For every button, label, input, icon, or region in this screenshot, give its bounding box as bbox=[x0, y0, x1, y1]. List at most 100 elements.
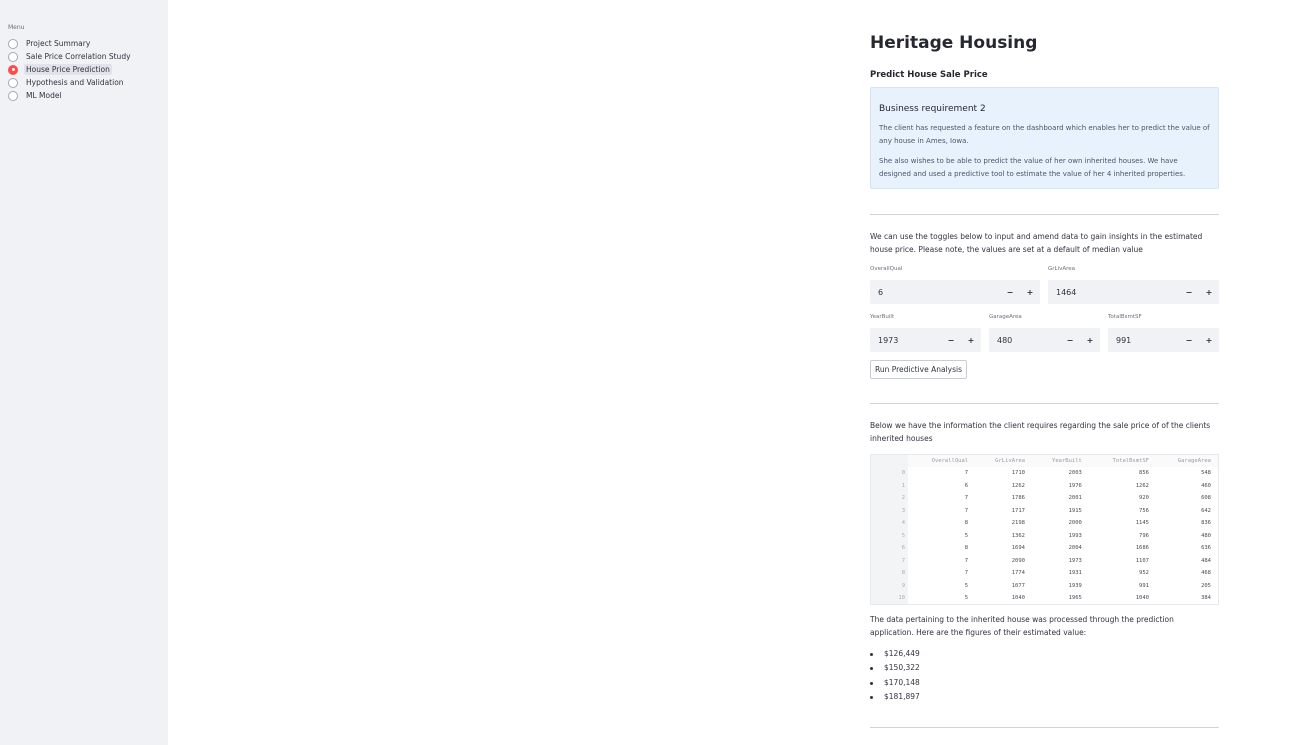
table-cell: 6 bbox=[964, 482, 969, 489]
column-header[interactable]: GrLivArea bbox=[975, 455, 1032, 467]
menu-item-project-summary[interactable]: Project Summary bbox=[8, 37, 133, 50]
menu-item-house-price-prediction[interactable]: House Price Prediction bbox=[8, 63, 133, 76]
table-row: 9 5 1077 1939 991 205 bbox=[871, 579, 1218, 592]
total-bsmt-sf-input[interactable]: 991 − + bbox=[1108, 328, 1219, 352]
table-row: 0 7 1710 2003 856 548 bbox=[871, 467, 1218, 480]
list-item: $181,897 bbox=[870, 690, 920, 704]
radio-button-selected[interactable] bbox=[8, 64, 18, 75]
row-index: 10 bbox=[871, 592, 908, 604]
table-cell: 920 bbox=[1139, 495, 1149, 502]
table-cell: 1145 bbox=[1135, 520, 1149, 527]
run-predictive-analysis-button[interactable]: Run Predictive Analysis bbox=[870, 360, 967, 379]
increment-button[interactable]: + bbox=[1199, 336, 1219, 345]
result-intro: The data pertaining to the inherited hou… bbox=[870, 615, 1174, 637]
increment-button[interactable]: + bbox=[1020, 288, 1040, 297]
info-paragraph-2: She also wishes to be able to predict th… bbox=[879, 157, 1186, 178]
row-index: 9 bbox=[871, 579, 908, 592]
overall-qual-label: OverallQual bbox=[870, 266, 903, 272]
table-intro: Below we have the information the client… bbox=[870, 421, 1211, 443]
table-row: 3 7 1717 1915 756 642 bbox=[871, 504, 1218, 517]
table-cell: 548 bbox=[1201, 470, 1211, 477]
row-index: 7 bbox=[871, 554, 908, 567]
column-header[interactable]: YearBuilt bbox=[1031, 455, 1089, 467]
list-item: $150,322 bbox=[870, 661, 920, 675]
table-cell: 7 bbox=[964, 470, 969, 477]
menu-label: Menu bbox=[8, 24, 25, 31]
menu-item-hypothesis-and-validation[interactable]: Hypothesis and Validation bbox=[8, 76, 133, 89]
column-header[interactable]: GarageArea bbox=[1155, 455, 1218, 467]
page-title: Heritage Housing bbox=[870, 33, 1038, 53]
table-cell: 384 bbox=[1201, 595, 1211, 602]
radio-button[interactable] bbox=[8, 90, 18, 101]
table-cell: 205 bbox=[1201, 582, 1211, 589]
table-cell: 1976 bbox=[1068, 482, 1082, 489]
menu-item-label: House Price Prediction bbox=[24, 64, 112, 75]
table-row: 1 6 1262 1976 1262 460 bbox=[871, 479, 1218, 492]
table-cell: 952 bbox=[1139, 570, 1149, 577]
overall-qual-input[interactable]: 6 − + bbox=[870, 280, 1040, 304]
table-cell: 1931 bbox=[1068, 570, 1082, 577]
table-cell: 1939 bbox=[1068, 582, 1082, 589]
row-index: 3 bbox=[871, 504, 908, 517]
list-item: $170,148 bbox=[870, 676, 920, 690]
decrement-button[interactable]: − bbox=[1179, 288, 1199, 297]
table-cell: 856 bbox=[1139, 470, 1149, 477]
inherited-houses-table[interactable]: OverallQual GrLivArea YearBuilt TotalBsm… bbox=[870, 454, 1219, 605]
business-requirement-info-box: Business requirement 2 The client has re… bbox=[870, 87, 1219, 189]
divider bbox=[870, 727, 1219, 728]
row-index: 1 bbox=[871, 479, 908, 492]
table-row: 2 7 1786 2001 920 608 bbox=[871, 492, 1218, 505]
table-cell: 1915 bbox=[1068, 507, 1082, 514]
table-header-row: OverallQual GrLivArea YearBuilt TotalBsm… bbox=[871, 455, 1218, 467]
decrement-button[interactable]: − bbox=[1000, 288, 1020, 297]
table-row: 5 5 1362 1993 796 480 bbox=[871, 529, 1218, 542]
divider bbox=[870, 403, 1219, 404]
sidebar: Menu Project Summary Sale Price Correlat… bbox=[0, 0, 168, 745]
column-header[interactable]: OverallQual bbox=[908, 455, 976, 467]
table-cell: 1694 bbox=[1011, 545, 1025, 552]
overall-qual-value[interactable]: 6 bbox=[870, 288, 1000, 297]
table-cell: 480 bbox=[1201, 532, 1211, 539]
gr-liv-area-input[interactable]: 1464 − + bbox=[1048, 280, 1219, 304]
table-cell: 5 bbox=[964, 595, 969, 602]
table-cell: 836 bbox=[1201, 520, 1211, 527]
decrement-button[interactable]: − bbox=[1060, 336, 1080, 345]
list-item: $126,449 bbox=[870, 647, 920, 661]
radio-button[interactable] bbox=[8, 51, 18, 62]
table-cell: 2000 bbox=[1068, 520, 1082, 527]
table-cell: 2001 bbox=[1068, 495, 1082, 502]
table-cell: 642 bbox=[1201, 507, 1211, 514]
menu-item-sale-price-correlation-study[interactable]: Sale Price Correlation Study bbox=[8, 50, 133, 63]
row-index: 2 bbox=[871, 492, 908, 505]
table-cell: 1362 bbox=[1011, 532, 1025, 539]
column-header[interactable]: TotalBsmtSF bbox=[1088, 455, 1156, 467]
year-built-input[interactable]: 1973 − + bbox=[870, 328, 981, 352]
garage-area-input[interactable]: 480 − + bbox=[989, 328, 1100, 352]
table-cell: 796 bbox=[1139, 532, 1149, 539]
table-cell: 460 bbox=[1201, 482, 1211, 489]
radio-button[interactable] bbox=[8, 77, 18, 88]
increment-button[interactable]: + bbox=[1199, 288, 1219, 297]
garage-area-value[interactable]: 480 bbox=[989, 336, 1060, 345]
table-cell: 2198 bbox=[1011, 520, 1025, 527]
table-cell: 2004 bbox=[1068, 545, 1082, 552]
decrement-button[interactable]: − bbox=[1179, 336, 1199, 345]
table-cell: 1686 bbox=[1135, 545, 1149, 552]
table-row: 6 8 1694 2004 1686 636 bbox=[871, 542, 1218, 555]
table-cell: 1786 bbox=[1011, 495, 1025, 502]
table-cell: 1710 bbox=[1011, 470, 1025, 477]
increment-button[interactable]: + bbox=[1080, 336, 1100, 345]
row-index: 0 bbox=[871, 467, 908, 480]
menu-item-ml-model[interactable]: ML Model bbox=[8, 89, 133, 102]
increment-button[interactable]: + bbox=[961, 336, 981, 345]
total-bsmt-sf-value[interactable]: 991 bbox=[1108, 336, 1179, 345]
radio-button[interactable] bbox=[8, 38, 18, 49]
estimated-values-list: $126,449 $150,322 $170,148 $181,897 bbox=[870, 647, 920, 704]
gr-liv-area-value[interactable]: 1464 bbox=[1048, 288, 1179, 297]
gr-liv-area-label: GrLivArea bbox=[1048, 266, 1076, 272]
row-index: 6 bbox=[871, 542, 908, 555]
table-cell: 1973 bbox=[1068, 557, 1082, 564]
divider bbox=[870, 214, 1219, 215]
decrement-button[interactable]: − bbox=[941, 336, 961, 345]
year-built-value[interactable]: 1973 bbox=[870, 336, 941, 345]
